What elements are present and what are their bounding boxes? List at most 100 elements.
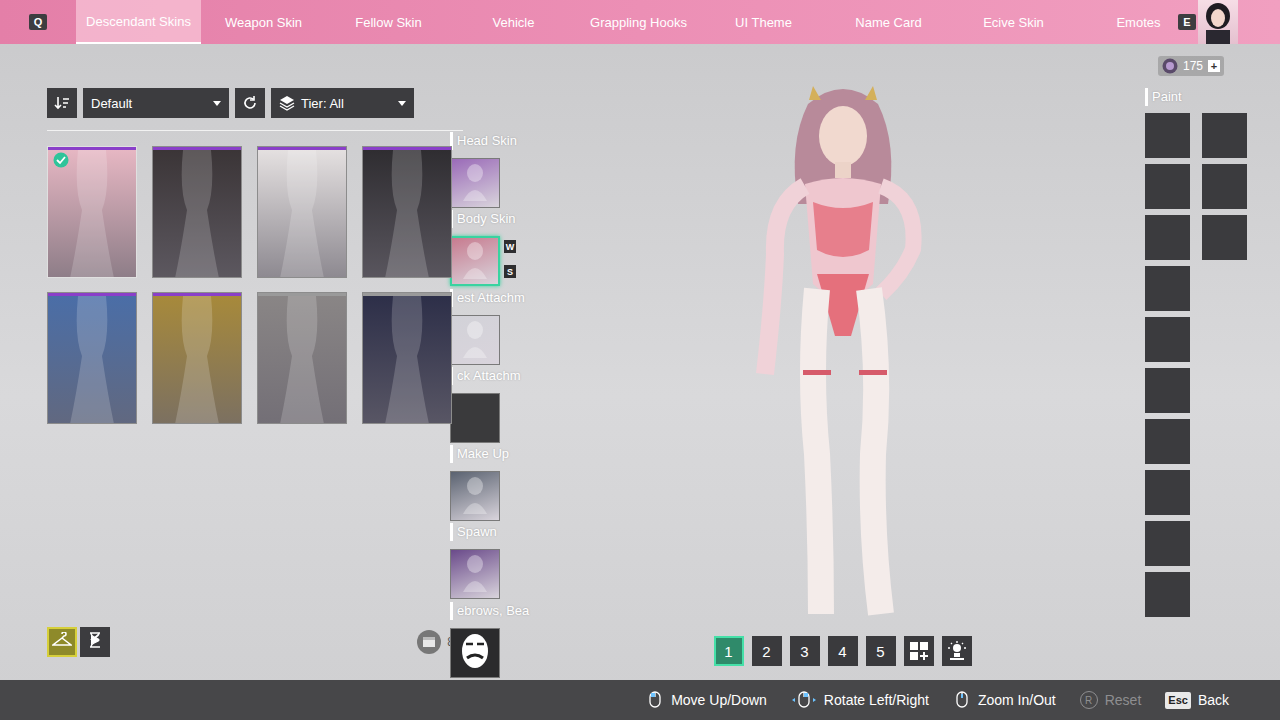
skin-card[interactable]	[362, 146, 452, 278]
slot-thumbnail[interactable]	[450, 628, 500, 678]
next-tab-key[interactable]: E	[1178, 14, 1196, 30]
tier-band	[258, 147, 346, 150]
skin-card[interactable]	[362, 292, 452, 424]
view-mode-button[interactable]	[47, 627, 77, 657]
prev-tab-key[interactable]: Q	[29, 14, 47, 30]
slot-section: est Attachm	[450, 289, 540, 367]
slot-section: ck Attachm	[450, 367, 540, 445]
slot-section: Body SkinWS	[450, 210, 540, 288]
paint-swatch[interactable]	[1145, 164, 1190, 209]
currency-display: 175+	[1158, 56, 1224, 76]
paint-swatch[interactable]	[1202, 164, 1247, 209]
equipped-check-icon	[53, 152, 69, 168]
paint-swatch[interactable]	[1202, 215, 1247, 260]
controls-hint-bar: Move Up/Down Rotate Left/Right Zoom In/Out…	[0, 680, 1280, 720]
divider	[47, 130, 463, 131]
slot-thumbnail[interactable]	[450, 393, 500, 443]
paint-swatch[interactable]	[1145, 215, 1190, 260]
skin-card[interactable]	[47, 292, 137, 424]
slot-section: Spawn	[450, 523, 540, 601]
slot-preview-icon	[460, 161, 490, 201]
paint-swatch[interactable]	[1145, 419, 1190, 464]
paint-swatch[interactable]	[1145, 368, 1190, 413]
tier-dropdown[interactable]: Tier: All	[271, 88, 414, 118]
control-hint[interactable]: Rotate Left/Right	[791, 691, 929, 709]
control-hint[interactable]: Move Up/Down	[646, 691, 767, 709]
preset-manage-button[interactable]	[904, 636, 934, 666]
tier-band	[153, 293, 241, 296]
preset-button[interactable]: 3	[790, 636, 820, 666]
view-mode-button[interactable]	[80, 627, 110, 657]
skin-preview-icon	[258, 150, 346, 278]
tier-band	[153, 147, 241, 150]
chest-icon	[417, 630, 441, 654]
slot-label: est Attachm	[450, 289, 540, 307]
layers-icon	[279, 95, 295, 111]
category-tab[interactable]: Weapon Skin	[201, 0, 326, 44]
paint-swatch[interactable]	[1145, 521, 1190, 566]
player-avatar[interactable]	[1198, 0, 1238, 44]
slot-label: Body Skin	[450, 210, 540, 228]
category-tab[interactable]: Grappling Hooks	[576, 0, 701, 44]
sort-icon	[54, 95, 70, 111]
skin-card[interactable]	[152, 146, 242, 278]
slot-badge: W	[504, 240, 516, 253]
control-hint[interactable]: Zoom In/Out	[953, 691, 1056, 709]
sort-button[interactable]	[47, 88, 77, 118]
slot-thumbnail[interactable]	[450, 158, 500, 208]
face-icon	[458, 631, 492, 671]
lighting-button[interactable]	[942, 636, 972, 666]
skin-preview-icon	[153, 150, 241, 278]
paint-swatch[interactable]	[1145, 572, 1190, 617]
skin-card[interactable]	[47, 146, 137, 278]
control-hint[interactable]: RReset	[1080, 691, 1142, 709]
mouse-drag-icon	[791, 691, 817, 709]
sort-dropdown[interactable]: Default	[83, 88, 229, 118]
mouse-icon	[646, 691, 664, 709]
slot-thumbnail[interactable]	[450, 471, 500, 521]
character-model-icon	[713, 74, 973, 634]
paint-swatch[interactable]	[1145, 113, 1190, 158]
skin-preview-icon	[363, 296, 451, 424]
slot-label: Head Skin	[450, 132, 540, 150]
refresh-icon	[242, 95, 258, 111]
category-tab[interactable]: UI Theme	[701, 0, 826, 44]
character-preview[interactable]	[713, 74, 973, 636]
paint-panel: Paint	[1145, 44, 1280, 680]
category-tab[interactable]: Name Card	[826, 0, 951, 44]
refresh-button[interactable]	[235, 88, 265, 118]
grid-plus-icon	[909, 641, 929, 661]
skin-list-panel: Default Tier: All 8	[0, 44, 416, 680]
preset-button[interactable]: 4	[828, 636, 858, 666]
paint-swatch[interactable]	[1145, 317, 1190, 362]
add-currency-button[interactable]: +	[1208, 60, 1220, 72]
tier-band	[258, 293, 346, 296]
slot-section: Make Up	[450, 445, 540, 523]
preset-button[interactable]: 2	[752, 636, 782, 666]
mouse-wheel-icon	[953, 691, 971, 709]
preset-button[interactable]: 1	[714, 636, 744, 666]
category-tab[interactable]: Ecive Skin	[951, 0, 1076, 44]
paint-swatch[interactable]	[1145, 470, 1190, 515]
slot-label: Make Up	[450, 445, 540, 463]
category-tab[interactable]: Vehicle	[451, 0, 576, 44]
paint-swatch[interactable]	[1145, 266, 1190, 311]
category-tab[interactable]: Descendant Skins	[76, 0, 201, 44]
portrait-icon	[1198, 0, 1238, 44]
control-hint[interactable]: EscBack	[1165, 692, 1229, 709]
hourglass-icon	[88, 632, 102, 648]
skin-card[interactable]	[152, 292, 242, 424]
skin-card[interactable]	[257, 292, 347, 424]
character-view: 12345	[540, 44, 1145, 680]
filter-toolbar: Default Tier: All	[47, 88, 416, 118]
list-footer: 8	[47, 627, 416, 657]
slot-thumbnail[interactable]	[450, 236, 500, 286]
slot-thumbnail[interactable]	[450, 315, 500, 365]
preset-button[interactable]: 5	[866, 636, 896, 666]
slot-thumbnail[interactable]	[450, 549, 500, 599]
paint-label: Paint	[1145, 88, 1280, 106]
skin-card[interactable]	[257, 146, 347, 278]
category-tab[interactable]: Fellow Skin	[326, 0, 451, 44]
skin-grid	[47, 146, 416, 424]
paint-swatch[interactable]	[1202, 113, 1247, 158]
